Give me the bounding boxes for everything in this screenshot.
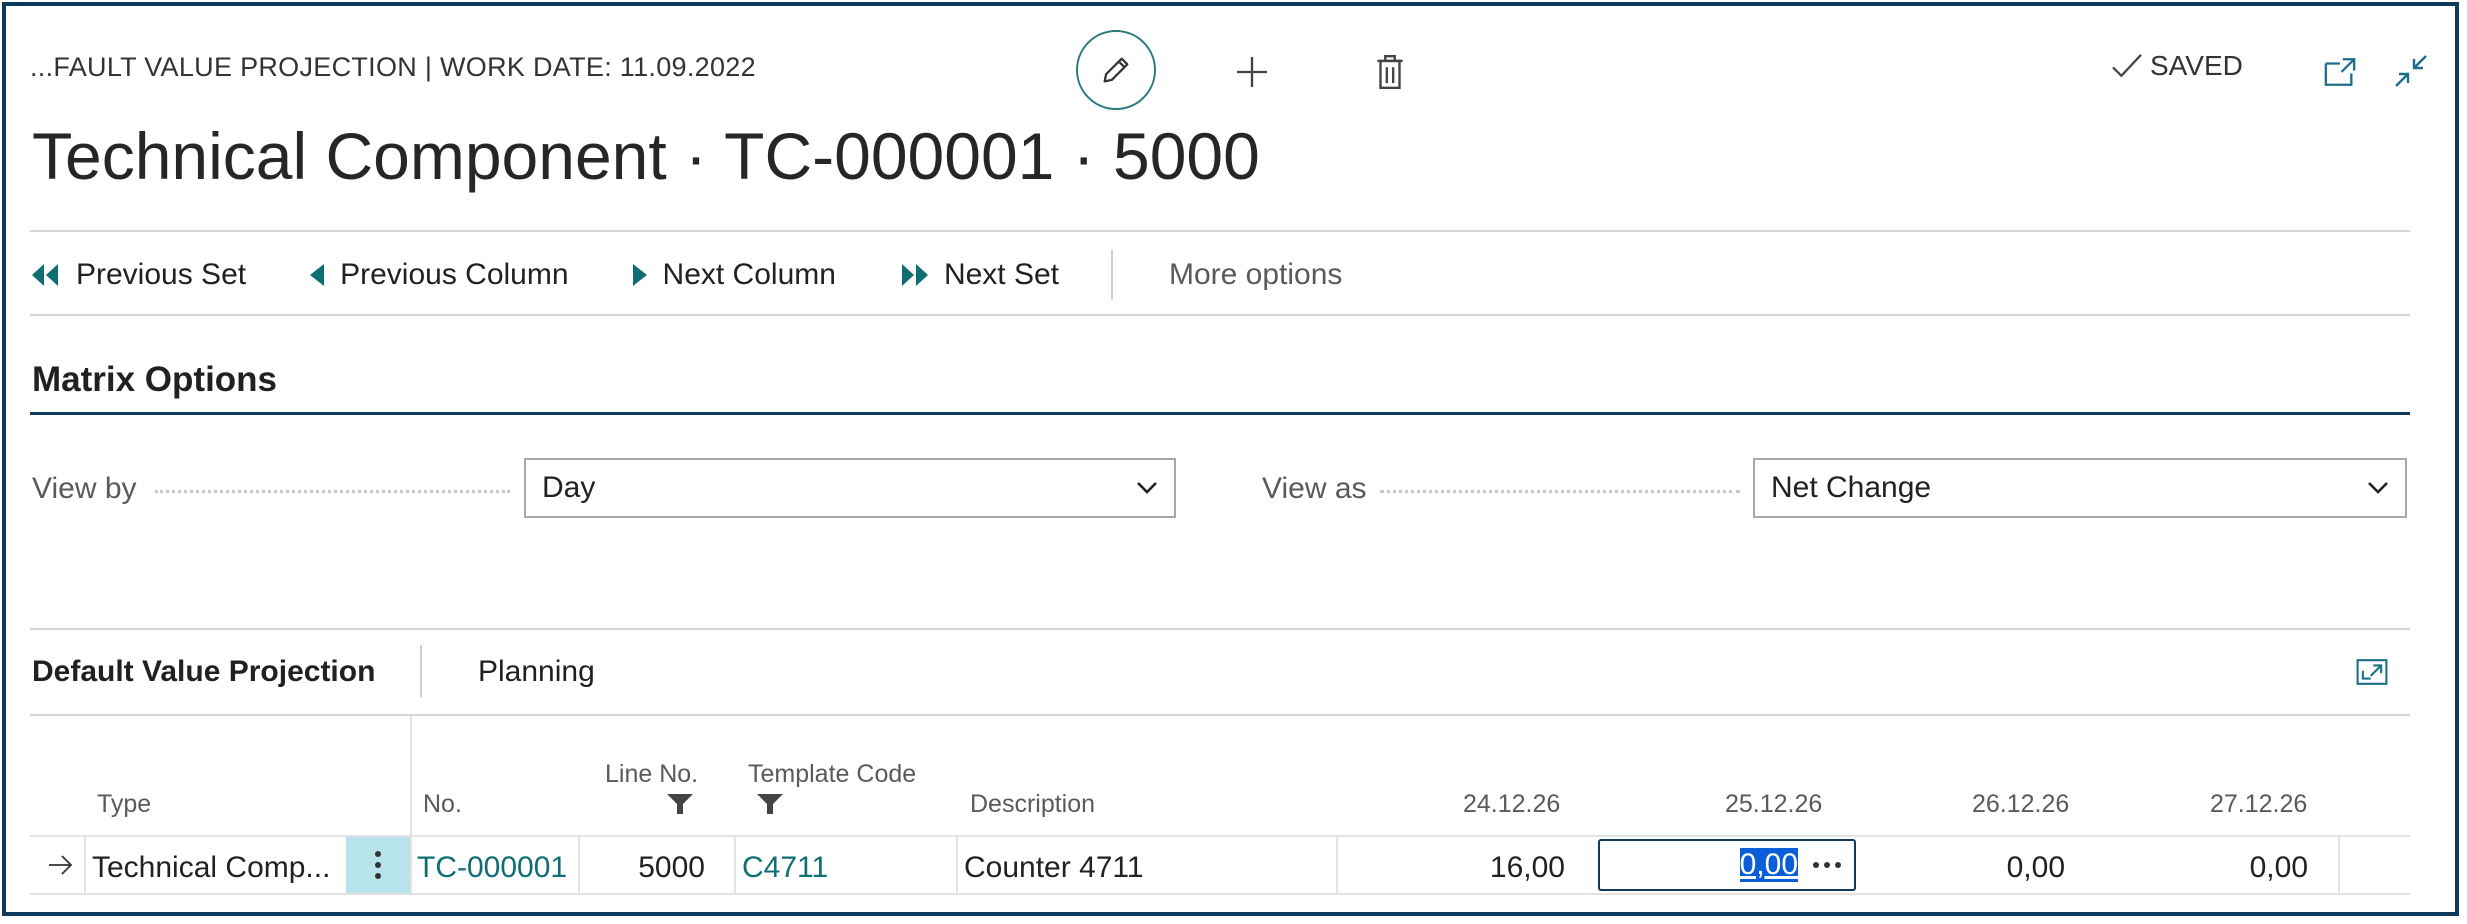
next-column-label: Next Column — [662, 258, 836, 291]
expand-icon — [2356, 659, 2388, 685]
cell-line-no[interactable]: 5000 — [580, 851, 705, 885]
cell-template-code-link[interactable]: C4711 — [742, 851, 828, 885]
trash-icon — [1377, 54, 1403, 90]
cell-value-selected[interactable]: 0,00 — [1739, 848, 1798, 882]
cell-no-link[interactable]: TC-000001 — [417, 851, 567, 885]
row-actions-button[interactable] — [346, 837, 410, 893]
column-header-type[interactable]: Type — [97, 790, 151, 819]
delete-button[interactable] — [1368, 50, 1412, 94]
vertical-ellipsis-icon — [375, 851, 381, 879]
active-cell-editor[interactable]: 0,00 — [1598, 839, 1856, 891]
cell-value[interactable]: 0,00 — [1880, 851, 2065, 885]
view-by-value: Day — [542, 471, 596, 504]
view-as-value: Net Change — [1771, 471, 1932, 504]
dotted-leader — [1380, 490, 1740, 493]
open-in-new-window-icon — [2324, 58, 2356, 86]
section-underline — [30, 412, 2410, 415]
action-bar: Previous Set Previous Column Next Column… — [30, 250, 1342, 300]
expand-subpage-button[interactable] — [2352, 654, 2392, 690]
ellipsis-icon[interactable] — [1812, 861, 1842, 869]
chevron-down-icon — [2368, 482, 2388, 494]
divider — [30, 714, 2410, 716]
saved-label: SAVED — [2150, 50, 2243, 81]
cell-value[interactable]: 16,00 — [1340, 851, 1565, 885]
grid-cell-divider — [84, 837, 86, 893]
more-options-button[interactable]: More options — [1169, 258, 1342, 292]
column-header-template-code[interactable]: Template Code — [748, 760, 916, 789]
grid-cell-divider — [956, 837, 958, 893]
cell-description[interactable]: Counter 4711 — [964, 851, 1144, 885]
collapse-button[interactable] — [2390, 50, 2432, 92]
grid-cell-divider — [1336, 837, 1338, 893]
divider — [30, 314, 2410, 316]
edit-button[interactable] — [1076, 30, 1156, 110]
chevron-down-icon — [1137, 482, 1157, 494]
grid-cell-divider — [2338, 837, 2340, 893]
view-by-select[interactable]: Day — [524, 458, 1176, 518]
cell-type[interactable]: Technical Comp... — [92, 851, 330, 885]
column-header-description[interactable]: Description — [970, 790, 1095, 819]
tab-planning[interactable]: Planning — [478, 655, 595, 689]
page-title: Technical Component · TC-000001 · 5000 — [32, 119, 1260, 193]
open-new-window-button[interactable] — [2320, 52, 2360, 92]
column-header-date[interactable]: 27.12.26 — [2210, 790, 2307, 819]
dotted-leader — [155, 490, 510, 493]
double-triangle-left-icon — [32, 264, 58, 286]
previous-set-button[interactable]: Previous Set — [30, 258, 246, 292]
previous-column-button[interactable]: Previous Column — [308, 258, 569, 292]
view-as-label: View as — [1262, 472, 1367, 505]
collapse-icon — [2395, 55, 2427, 87]
arrow-right-icon — [49, 855, 73, 875]
previous-set-label: Previous Set — [76, 258, 247, 291]
saved-status: SAVED — [2110, 50, 2243, 82]
divider — [30, 230, 2410, 232]
tab-separator — [420, 645, 422, 697]
divider — [30, 628, 2410, 630]
cell-value[interactable]: 0,00 — [2110, 851, 2308, 885]
breadcrumb: ...FAULT VALUE PROJECTION | WORK DATE: 1… — [30, 52, 756, 82]
grid-cell-divider — [734, 837, 736, 893]
next-set-button[interactable]: Next Set — [898, 258, 1059, 292]
grid-row-divider — [30, 893, 2410, 895]
column-header-date[interactable]: 25.12.26 — [1725, 790, 1822, 819]
filter-icon — [757, 794, 783, 814]
new-button[interactable] — [1230, 50, 1274, 94]
triangle-right-icon — [632, 264, 647, 286]
next-column-button[interactable]: Next Column — [631, 258, 836, 292]
pencil-icon — [1103, 57, 1129, 83]
triangle-left-icon — [310, 264, 325, 286]
column-header-date[interactable]: 24.12.26 — [1463, 790, 1560, 819]
checkmark-icon — [2112, 54, 2142, 78]
previous-column-label: Previous Column — [340, 258, 569, 291]
column-header-no[interactable]: No. — [423, 790, 462, 819]
column-header-line-no[interactable]: Line No. — [605, 760, 698, 789]
view-as-select[interactable]: Net Change — [1753, 458, 2407, 518]
next-set-label: Next Set — [943, 258, 1059, 291]
double-triangle-right-icon — [901, 264, 928, 286]
view-by-label: View by — [32, 472, 137, 505]
filter-icon — [667, 794, 693, 814]
column-header-date[interactable]: 26.12.26 — [1972, 790, 2069, 819]
tab-default-value-projection[interactable]: Default Value Projection — [32, 655, 375, 689]
matrix-options-title: Matrix Options — [32, 360, 278, 399]
action-separator — [1111, 250, 1113, 300]
plus-icon — [1237, 57, 1267, 87]
